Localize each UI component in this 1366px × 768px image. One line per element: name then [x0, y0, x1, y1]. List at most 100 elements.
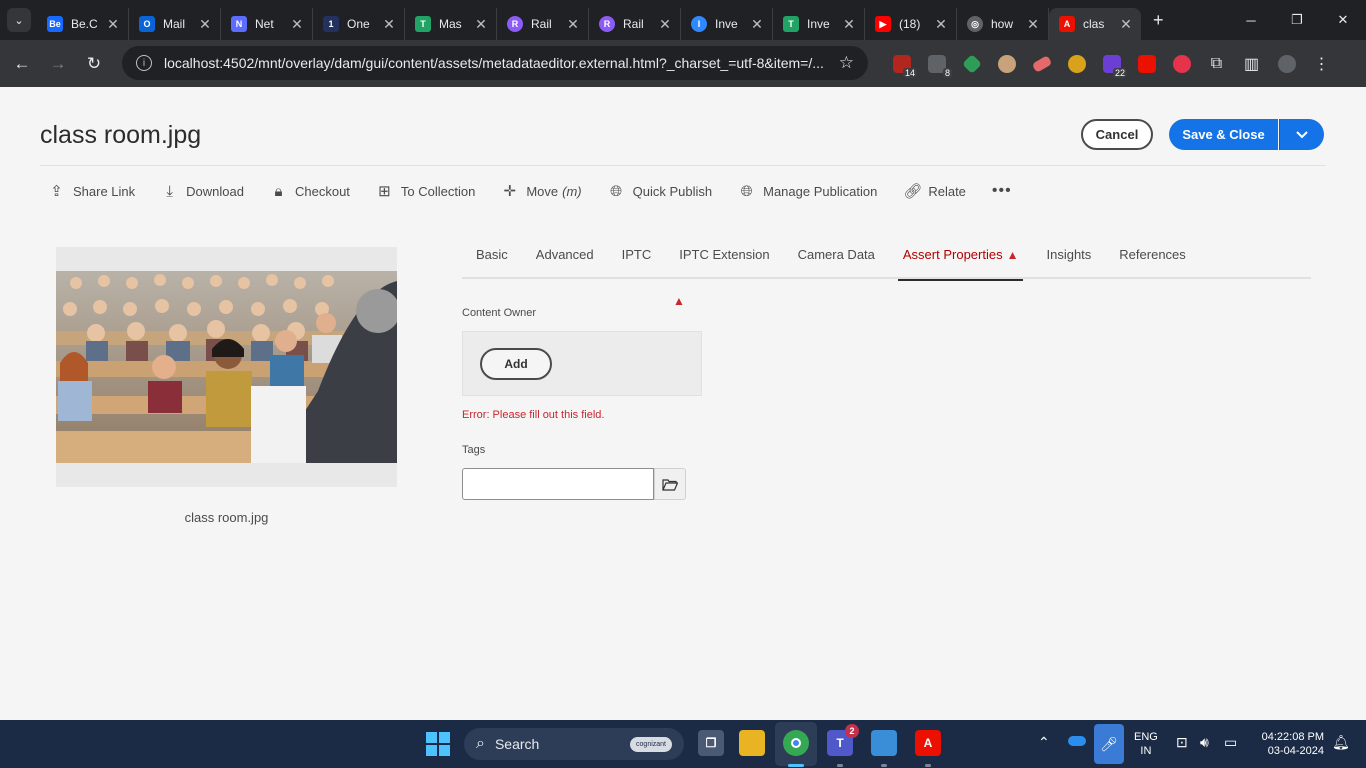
tab-iptc[interactable]: IPTC	[622, 234, 652, 279]
alert-triangle-icon: ▲	[1006, 248, 1019, 262]
extension-icon[interactable]: 14	[884, 52, 919, 78]
close-window-icon[interactable]: ✕	[1320, 0, 1366, 40]
tab-close-icon[interactable]: ✕	[198, 16, 212, 33]
volume-icon[interactable]: 🔊︎	[1200, 734, 1209, 751]
tab-references[interactable]: References	[1119, 234, 1185, 279]
tab-assert-properties[interactable]: Assert Properties ▲	[897, 234, 1024, 281]
tab-close-icon[interactable]: ✕	[290, 16, 304, 33]
checkout-action[interactable]: 🔒︎ Checkout	[270, 183, 349, 200]
minimize-icon[interactable]: ─	[1228, 0, 1274, 40]
asset-preview-card	[56, 247, 397, 487]
extension-icon[interactable]: 8	[919, 52, 954, 78]
extension-icon[interactable]	[1024, 52, 1059, 76]
chrome-icon[interactable]	[783, 730, 809, 756]
bookmark-star-icon[interactable]: ☆	[839, 53, 854, 73]
extensions-puzzle-icon[interactable]: ⧉	[1199, 52, 1234, 76]
tab-close-icon[interactable]: ✕	[934, 16, 948, 33]
browser-toolbar: ← → ↻ i localhost:4502/mnt/overlay/dam/g…	[0, 40, 1366, 87]
extension-icon[interactable]: 22	[1094, 52, 1129, 78]
extension-icon[interactable]	[954, 52, 989, 76]
browser-tab[interactable]: T Mas ✕	[405, 8, 497, 40]
save-close-button[interactable]: Save & Close	[1169, 119, 1278, 150]
taskbar-search-box[interactable]: ⌕ Search cognizant	[464, 728, 684, 760]
browser-tab[interactable]: Be Be.C ✕	[37, 8, 129, 40]
tab-close-icon[interactable]: ✕	[1026, 16, 1040, 33]
tray-chevron-up-icon[interactable]: ⌃	[1038, 734, 1050, 751]
tab-iptc-extension[interactable]: IPTC Extension	[679, 234, 769, 279]
kebab-menu-icon[interactable]: ⋮	[1304, 52, 1339, 76]
onedrive-icon[interactable]	[1068, 736, 1086, 746]
browser-tab[interactable]: ◎ how ✕	[957, 8, 1049, 40]
network-icon[interactable]: ⊡	[1176, 734, 1188, 751]
notification-bell-icon[interactable]: 🔔︎	[1332, 734, 1350, 751]
language-indicator[interactable]: ENG IN	[1134, 730, 1158, 758]
running-indicator	[925, 764, 931, 767]
tab-close-icon[interactable]: ✕	[106, 16, 120, 33]
tab-close-icon[interactable]: ✕	[566, 16, 580, 33]
forward-arrow-icon[interactable]: →	[40, 46, 76, 82]
tab-basic[interactable]: Basic	[476, 234, 508, 279]
browser-tab[interactable]: ▶ (18) ✕	[865, 8, 957, 40]
system-clock[interactable]: 04:22:08 PM 03-04-2024	[1254, 730, 1324, 758]
share-link-action[interactable]: ⇪ Share Link	[48, 182, 135, 200]
browser-tab[interactable]: R Rail ✕	[589, 8, 681, 40]
windows-taskbar: ⌕ Search cognizant ❐ T2 A ⌃ 🎤︎ ENG IN ⊡ 🔊…	[0, 720, 1366, 768]
restore-icon[interactable]: ❐	[1274, 0, 1320, 40]
extensions-area: 14 8 22 ⧉ ▥ ⋮	[884, 40, 1339, 87]
desktop-app-icon[interactable]	[871, 730, 897, 756]
tab-insights[interactable]: Insights	[1046, 234, 1091, 279]
side-panel-icon[interactable]: ▥	[1234, 52, 1269, 76]
relate-action[interactable]: 🔗︎ Relate	[903, 182, 966, 200]
browser-tab[interactable]: O Mail ✕	[129, 8, 221, 40]
browser-tab[interactable]: 1 One ✕	[313, 8, 405, 40]
globe-icon: 🌐︎	[610, 182, 623, 200]
tab-advanced[interactable]: Advanced	[536, 234, 594, 279]
url-text[interactable]: localhost:4502/mnt/overlay/dam/gui/conte…	[164, 55, 831, 71]
browser-tab-active[interactable]: Aclas ✕	[1049, 8, 1141, 40]
save-options-dropdown[interactable]	[1279, 119, 1324, 150]
search-highlight-pill: cognizant	[630, 736, 672, 752]
reload-icon[interactable]: ↻	[76, 46, 112, 82]
tab-close-icon[interactable]: ✕	[658, 16, 672, 33]
manage-publication-action[interactable]: 🌐︎ Manage Publication	[738, 183, 878, 200]
add-content-owner-button[interactable]: Add	[480, 348, 552, 380]
extension-icon[interactable]	[1129, 52, 1164, 76]
tab-close-icon[interactable]: ✕	[750, 16, 764, 33]
microphone-icon[interactable]: 🎤︎	[1094, 724, 1124, 764]
file-explorer-icon[interactable]	[739, 730, 765, 756]
extension-icon[interactable]	[1164, 52, 1199, 76]
download-icon: ⤓	[166, 182, 173, 200]
tab-close-icon[interactable]: ✕	[382, 16, 396, 33]
cancel-button[interactable]: Cancel	[1081, 119, 1153, 150]
battery-icon[interactable]: ▭	[1224, 734, 1237, 751]
browser-tab[interactable]: N Net ✕	[221, 8, 313, 40]
extension-icon[interactable]	[1059, 52, 1094, 76]
tab-close-icon[interactable]: ✕	[842, 16, 856, 33]
tab-search-chevron-icon[interactable]: ⌄	[7, 8, 31, 32]
asset-thumbnail-image	[56, 271, 397, 463]
profile-avatar[interactable]	[1269, 52, 1304, 76]
quick-publish-action[interactable]: 🌐︎ Quick Publish	[608, 183, 712, 200]
adobe-app-icon[interactable]: A	[915, 730, 941, 756]
browse-tags-button[interactable]	[654, 468, 686, 500]
browser-tab[interactable]: T Inve ✕	[773, 8, 865, 40]
extension-icon[interactable]	[989, 52, 1024, 76]
browser-tab[interactable]: R Rail ✕	[497, 8, 589, 40]
more-actions-icon[interactable]: •••	[992, 182, 1012, 200]
address-bar[interactable]: i localhost:4502/mnt/overlay/dam/gui/con…	[122, 46, 868, 80]
download-action[interactable]: ⤓ Download	[161, 183, 244, 200]
browser-tab[interactable]: I Inve ✕	[681, 8, 773, 40]
tags-input[interactable]	[462, 468, 654, 500]
move-action[interactable]: ✛ Move (m)	[501, 182, 582, 200]
task-view-icon[interactable]: ❐	[698, 730, 724, 756]
tab-close-icon[interactable]: ✕	[474, 16, 488, 33]
tab-camera-data[interactable]: Camera Data	[798, 234, 875, 279]
back-arrow-icon[interactable]: ←	[4, 46, 40, 82]
teams-icon[interactable]: T2	[827, 724, 859, 756]
tab-strip: Be Be.C ✕ O Mail ✕ N Net ✕ 1 One ✕ T Mas ✕ R Rail ✕ …	[37, 0, 1141, 40]
to-collection-action[interactable]: ⊞ To Collection	[376, 182, 475, 200]
site-info-icon[interactable]: i	[136, 55, 152, 71]
new-tab-plus-icon[interactable]: +	[1153, 10, 1164, 31]
windows-start-icon[interactable]	[426, 732, 450, 756]
tab-close-icon[interactable]: ✕	[1119, 16, 1133, 33]
